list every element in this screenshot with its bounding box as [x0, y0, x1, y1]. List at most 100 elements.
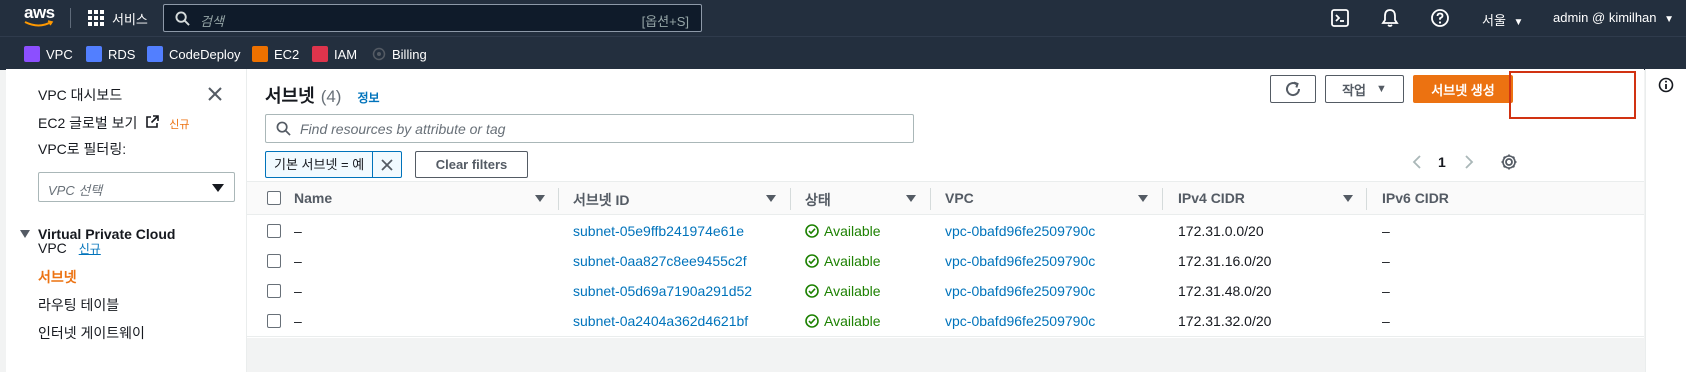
caret-down-icon: ▼ — [1664, 14, 1675, 25]
favorite-label: Billing — [392, 46, 427, 62]
cell-ipv6-cidr: – — [1382, 223, 1390, 239]
favorite-vpc[interactable]: VPC — [24, 45, 73, 63]
search-icon — [276, 121, 291, 136]
cell-ipv6-cidr: – — [1382, 253, 1390, 269]
sort-caret-icon[interactable] — [906, 195, 916, 202]
close-icon[interactable] — [206, 85, 224, 103]
cell-name: – — [294, 283, 302, 299]
sort-caret-icon[interactable] — [766, 195, 776, 202]
clear-filters-button[interactable]: Clear filters — [415, 151, 528, 178]
row-checkbox[interactable] — [267, 314, 281, 328]
vpc-id-link[interactable]: vpc-0bafd96fe2509790c — [945, 253, 1095, 269]
column-divider[interactable] — [1162, 188, 1163, 210]
table-row[interactable]: – subnet-0a2404a362d4621bf Available vpc… — [247, 305, 1644, 337]
search-placeholder: 검색 — [200, 14, 224, 29]
billing-service-icon — [372, 47, 386, 61]
expand-caret-icon — [20, 230, 30, 238]
favorite-codedeploy[interactable]: CodeDeploy — [147, 45, 241, 63]
bell-icon[interactable] — [1380, 8, 1400, 28]
subnets-panel: 서브넷 (4) 정보 작업 ▼ 서브넷 생성 Find resources by a… — [247, 69, 1644, 372]
global-search-input[interactable]: 검색 [옵션+S] — [163, 4, 702, 32]
row-checkbox[interactable] — [267, 254, 281, 268]
page-number[interactable]: 1 — [1438, 154, 1446, 170]
favorite-iam[interactable]: IAM — [312, 45, 357, 63]
status-cell: Available — [805, 313, 881, 329]
column-header-ipv6-cidr[interactable]: IPv6 CIDR — [1382, 190, 1449, 206]
vpc-filter-placeholder: VPC 선택 — [48, 183, 103, 198]
info-icon[interactable] — [1658, 77, 1674, 93]
aws-smile-icon — [24, 20, 54, 27]
status-cell: Available — [805, 253, 881, 269]
help-icon[interactable] — [1430, 8, 1450, 28]
aws-logo[interactable]: aws — [24, 4, 60, 30]
vpc-id-link[interactable]: vpc-0bafd96fe2509790c — [945, 283, 1095, 299]
page-title: 서브넷 (4) 정보 — [265, 82, 380, 108]
sidebar-item-vpc[interactable]: VPC 신규 — [38, 240, 101, 257]
create-subnet-button[interactable]: 서브넷 생성 — [1413, 75, 1513, 103]
resource-count: (4) — [320, 87, 342, 106]
cell-ipv6-cidr: – — [1382, 283, 1390, 299]
resource-filter-input[interactable]: Find resources by attribute or tag — [265, 114, 914, 143]
info-link[interactable]: 정보 — [357, 91, 379, 105]
status-text: Available — [824, 223, 881, 239]
table-header: Name 서브넷 ID 상태 VPC IPv4 CIDR IPv6 CIDR — [247, 181, 1644, 215]
column-divider[interactable] — [558, 188, 559, 210]
chevron-left-icon[interactable] — [1410, 154, 1424, 170]
column-header-state[interactable]: 상태 — [805, 190, 831, 210]
region-label: 서울 — [1482, 13, 1506, 28]
check-circle-icon — [805, 254, 819, 268]
subnet-id-link[interactable]: subnet-05e9ffb241974e61e — [573, 223, 744, 239]
gear-icon[interactable] — [1500, 153, 1518, 171]
status-text: Available — [824, 313, 881, 329]
new-badge: 신규 — [169, 119, 190, 131]
vpc-filter-select[interactable]: VPC 선택 — [38, 172, 235, 202]
remove-filter-button[interactable] — [373, 152, 401, 177]
sort-caret-icon[interactable] — [1343, 195, 1353, 202]
sort-caret-icon[interactable] — [535, 195, 545, 202]
column-divider[interactable] — [790, 188, 791, 210]
column-header-ipv4-cidr[interactable]: IPv4 CIDR — [1178, 190, 1245, 206]
account-label: admin @ kimilhan — [1553, 10, 1657, 25]
cell-ipv6-cidr: – — [1382, 313, 1390, 329]
account-menu[interactable]: admin @ kimilhan ▼ — [1553, 10, 1674, 25]
vpc-id-link[interactable]: vpc-0bafd96fe2509790c — [945, 223, 1095, 239]
ec2-service-icon — [252, 46, 268, 62]
sidebar-item-route-tables[interactable]: 라우팅 테이블 — [38, 295, 119, 315]
column-divider[interactable] — [930, 188, 931, 210]
table-row[interactable]: – subnet-0aa827c8ee9455c2f Available vpc… — [247, 245, 1644, 277]
column-header-name[interactable]: Name — [294, 190, 332, 206]
sidebar-item-internet-gateways[interactable]: 인터넷 게이트웨이 — [38, 323, 145, 343]
select-all-checkbox[interactable] — [267, 191, 281, 205]
grid-icon — [88, 10, 104, 26]
subnet-id-link[interactable]: subnet-05d69a7190a291d52 — [573, 283, 752, 299]
favorite-ec2[interactable]: EC2 — [252, 45, 299, 63]
row-checkbox[interactable] — [267, 284, 281, 298]
subnet-id-link[interactable]: subnet-0aa827c8ee9455c2f — [573, 253, 747, 269]
close-icon — [381, 158, 393, 171]
cell-ipv4-cidr: 172.31.16.0/20 — [1178, 253, 1272, 269]
vpc-id-link[interactable]: vpc-0bafd96fe2509790c — [945, 313, 1095, 329]
region-selector[interactable]: 서울 ▼ — [1482, 10, 1523, 29]
favorite-label: IAM — [334, 46, 358, 62]
chevron-right-icon[interactable] — [1462, 154, 1476, 170]
subnet-id-link[interactable]: subnet-0a2404a362d4621bf — [573, 313, 748, 329]
favorite-rds[interactable]: RDS — [86, 45, 135, 63]
table-row[interactable]: – subnet-05d69a7190a291d52 Available vpc… — [247, 275, 1644, 307]
actions-dropdown-button[interactable]: 작업 ▼ — [1325, 75, 1404, 103]
services-menu-button[interactable]: 서비스 — [88, 8, 148, 28]
vpc-service-icon — [24, 46, 40, 62]
column-divider[interactable] — [1366, 188, 1367, 210]
favorite-billing[interactable]: Billing — [372, 45, 427, 63]
sidebar-item-ec2-global-view[interactable]: EC2 글로벌 보기 신규 — [38, 113, 189, 133]
refresh-button[interactable] — [1270, 75, 1316, 103]
row-checkbox[interactable] — [267, 224, 281, 238]
sort-caret-icon[interactable] — [1138, 195, 1148, 202]
table-row[interactable]: – subnet-05e9ffb241974e61e Available vpc… — [247, 215, 1644, 247]
sidebar-item-subnets[interactable]: 서브넷 — [38, 267, 77, 287]
terminal-icon[interactable] — [1330, 8, 1350, 28]
vpc-filter-label: VPC로 필터링: — [38, 141, 127, 157]
sidebar-item-vpc-dashboard[interactable]: VPC 대시보드 — [38, 85, 122, 105]
sidebar-item-label: EC2 글로벌 보기 — [38, 115, 138, 131]
column-header-vpc[interactable]: VPC — [945, 190, 974, 206]
column-header-subnet-id[interactable]: 서브넷 ID — [573, 190, 630, 210]
